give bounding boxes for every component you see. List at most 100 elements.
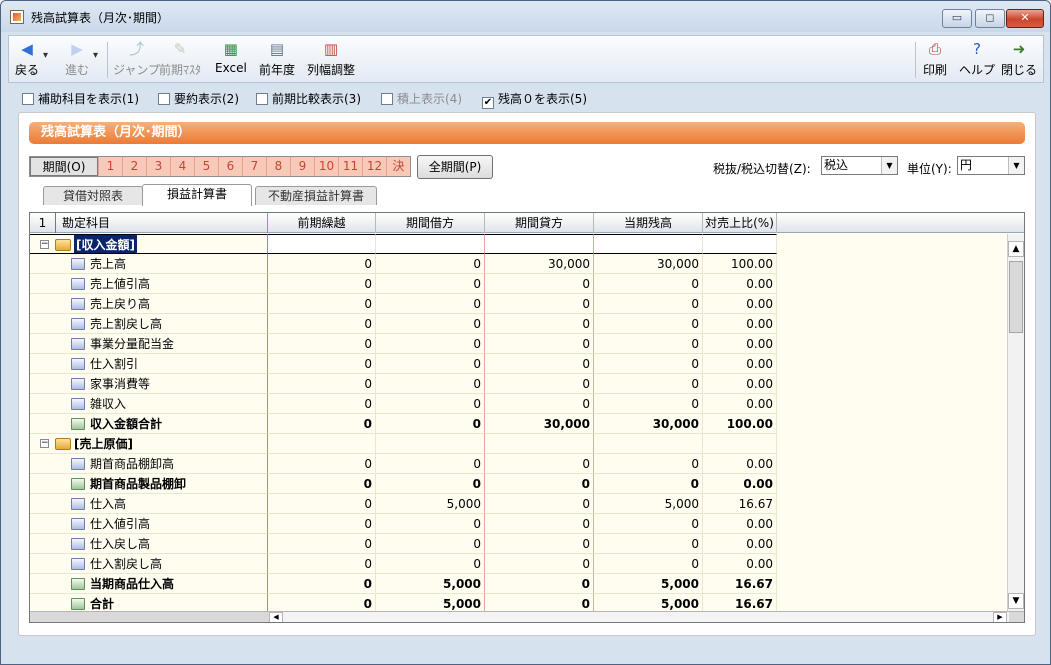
current-balance-value[interactable]: 0 — [594, 534, 703, 554]
toolbar-previous-master-button[interactable]: ✎ 前期ﾏｽﾀ — [159, 39, 201, 78]
credit-value[interactable]: 0 — [485, 454, 594, 474]
table-row[interactable]: 仕入高 0 5,000 0 5,000 16.67 — [30, 494, 1006, 514]
sales-ratio-value[interactable]: 0.00 — [703, 474, 777, 494]
sales-ratio-value[interactable]: 0.00 — [703, 514, 777, 534]
previous-balance-value[interactable]: 0 — [268, 414, 376, 434]
total-row[interactable]: 収入金額合計 0 0 30,000 30,000 100.00 — [30, 414, 1006, 434]
previous-balance-value[interactable]: 0 — [268, 514, 376, 534]
sales-ratio-value[interactable]: 0.00 — [703, 274, 777, 294]
checkbox-icon[interactable] — [22, 93, 34, 105]
account-cell[interactable]: 売上割戻し高 — [30, 314, 268, 334]
total-row[interactable]: 当期商品仕入高 0 5,000 0 5,000 16.67 — [30, 574, 1006, 594]
current-balance-value[interactable]: 30,000 — [594, 254, 703, 274]
debit-value[interactable]: 0 — [376, 334, 485, 354]
toolbar-jump-button[interactable]: ⤴ ジャンプ — [113, 39, 160, 78]
sales-ratio-value[interactable]: 0.00 — [703, 294, 777, 314]
all-period-button[interactable]: 全期間(P) — [417, 155, 493, 179]
table-row[interactable]: 仕入戻し高 0 0 0 0 0.00 — [30, 534, 1006, 554]
unit-select[interactable]: 円 ▼ — [957, 156, 1025, 175]
checkbox-icon[interactable]: ✔ — [482, 97, 494, 109]
checkbox-icon[interactable] — [158, 93, 170, 105]
current-balance-value[interactable] — [594, 234, 703, 254]
table-row[interactable]: 売上値引高 0 0 0 0 0.00 — [30, 274, 1006, 294]
debit-value[interactable]: 0 — [376, 394, 485, 414]
period-month-13[interactable]: 決 — [386, 157, 410, 176]
horizontal-scroll-track[interactable] — [269, 612, 1009, 622]
previous-balance-value[interactable]: 0 — [268, 294, 376, 314]
group-row[interactable]: − [収入金額] — [30, 234, 1006, 254]
sales-ratio-value[interactable]: 0.00 — [703, 554, 777, 574]
previous-balance-value[interactable]: 0 — [268, 574, 376, 594]
sales-ratio-value[interactable] — [703, 234, 777, 254]
vertical-scroll-thumb[interactable] — [1009, 261, 1023, 333]
credit-value[interactable]: 0 — [485, 554, 594, 574]
credit-value[interactable] — [485, 234, 594, 254]
account-cell[interactable]: 家事消費等 — [30, 374, 268, 394]
credit-value[interactable]: 30,000 — [485, 414, 594, 434]
sales-ratio-value[interactable]: 0.00 — [703, 374, 777, 394]
previous-balance-value[interactable]: 0 — [268, 314, 376, 334]
debit-value[interactable] — [376, 234, 485, 254]
sales-ratio-value[interactable] — [703, 434, 777, 454]
sales-ratio-value[interactable]: 100.00 — [703, 254, 777, 274]
period-range-button[interactable]: 期間(O) — [30, 157, 98, 176]
current-balance-value[interactable]: 0 — [594, 454, 703, 474]
credit-value[interactable]: 30,000 — [485, 254, 594, 274]
current-balance-value[interactable]: 5,000 — [594, 494, 703, 514]
current-balance-value[interactable]: 0 — [594, 474, 703, 494]
tab-3[interactable]: 不動産損益計算書 — [255, 186, 377, 205]
credit-value[interactable]: 0 — [485, 574, 594, 594]
account-cell[interactable]: 合計 — [30, 594, 268, 611]
current-balance-value[interactable]: 5,000 — [594, 594, 703, 611]
period-month-1[interactable]: 1 — [98, 157, 122, 176]
sales-ratio-value[interactable]: 0.00 — [703, 354, 777, 374]
table-row[interactable]: 売上戻り高 0 0 0 0 0.00 — [30, 294, 1006, 314]
current-balance-value[interactable]: 0 — [594, 374, 703, 394]
table-row[interactable]: 仕入値引高 0 0 0 0 0.00 — [30, 514, 1006, 534]
credit-value[interactable]: 0 — [485, 334, 594, 354]
credit-value[interactable]: 0 — [485, 474, 594, 494]
debit-value[interactable]: 0 — [376, 374, 485, 394]
table-row[interactable]: 仕入割引 0 0 0 0 0.00 — [30, 354, 1006, 374]
sales-ratio-value[interactable]: 0.00 — [703, 394, 777, 414]
account-cell[interactable]: − [売上原価] — [30, 434, 268, 454]
period-month-4[interactable]: 4 — [170, 157, 194, 176]
account-cell[interactable]: 仕入戻し高 — [30, 534, 268, 554]
table-row[interactable]: 売上割戻し高 0 0 0 0 0.00 — [30, 314, 1006, 334]
collapse-tree-icon[interactable]: − — [40, 240, 49, 249]
current-balance-value[interactable]: 30,000 — [594, 414, 703, 434]
debit-value[interactable]: 0 — [376, 454, 485, 474]
debit-value[interactable]: 0 — [376, 274, 485, 294]
credit-value[interactable]: 0 — [485, 394, 594, 414]
option-checkbox-1[interactable]: 補助科目を表示(1) — [22, 90, 139, 107]
toolbar-help-button[interactable]: ? ヘルプ — [959, 39, 995, 78]
previous-balance-value[interactable]: 0 — [268, 254, 376, 274]
sales-ratio-value[interactable]: 0.00 — [703, 334, 777, 354]
period-month-2[interactable]: 2 — [122, 157, 146, 176]
period-month-3[interactable]: 3 — [146, 157, 170, 176]
account-cell[interactable]: 売上高 — [30, 254, 268, 274]
sales-ratio-value[interactable]: 16.67 — [703, 494, 777, 514]
debit-value[interactable]: 0 — [376, 554, 485, 574]
previous-balance-value[interactable]: 0 — [268, 394, 376, 414]
current-balance-value[interactable]: 0 — [594, 554, 703, 574]
checkbox-icon[interactable] — [381, 93, 393, 105]
current-balance-value[interactable]: 0 — [594, 274, 703, 294]
credit-value[interactable]: 0 — [485, 514, 594, 534]
previous-balance-value[interactable]: 0 — [268, 454, 376, 474]
account-cell[interactable]: 仕入割引 — [30, 354, 268, 374]
column-account[interactable]: 勘定科目 — [56, 213, 268, 233]
period-month-9[interactable]: 9 — [290, 157, 314, 176]
toolbar-previous-year-button[interactable]: ▤ 前年度 — [259, 39, 295, 78]
horizontal-scrollbar[interactable]: ◀ ▶ — [30, 611, 1024, 622]
toolbar-forward-arrow-button[interactable]: ▶ 進む — [65, 39, 89, 78]
current-balance-value[interactable]: 0 — [594, 294, 703, 314]
sales-ratio-value[interactable]: 0.00 — [703, 314, 777, 334]
dropdown-arrow-icon[interactable]: ▾ — [93, 50, 98, 61]
account-cell[interactable]: 当期商品仕入高 — [30, 574, 268, 594]
debit-value[interactable]: 0 — [376, 534, 485, 554]
table-row[interactable]: 売上高 0 0 30,000 30,000 100.00 — [30, 254, 1006, 274]
credit-value[interactable]: 0 — [485, 354, 594, 374]
current-balance-value[interactable] — [594, 434, 703, 454]
previous-balance-value[interactable]: 0 — [268, 354, 376, 374]
